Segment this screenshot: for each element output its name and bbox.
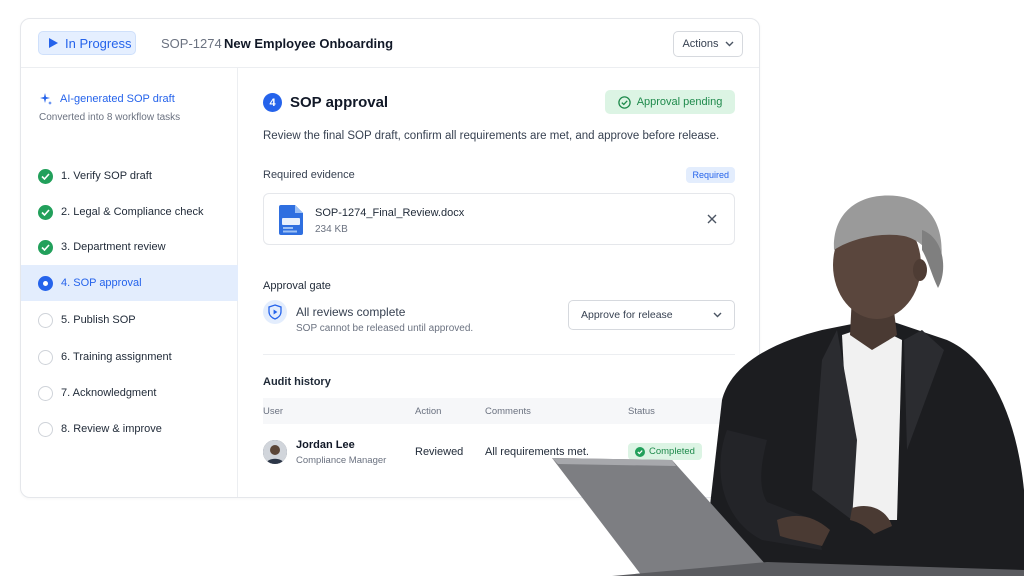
sop-id: SOP-1274 <box>161 36 222 51</box>
woman-at-laptop-photo <box>552 195 1024 576</box>
approval-status-label: Approval pending <box>636 96 723 108</box>
workflow-sidebar: AI-generated SOP draft Converted into 8 … <box>21 68 238 497</box>
evidence-label: Required evidence <box>263 169 355 181</box>
play-icon <box>49 38 58 48</box>
current-step-icon <box>38 275 53 291</box>
step-label: 6. Training assignment <box>61 351 172 363</box>
step-label: 7. Acknowledgment <box>61 387 157 399</box>
required-badge: Required <box>686 167 735 183</box>
column-header-comments: Comments <box>485 406 531 417</box>
step-label: 1. Verify SOP draft <box>61 170 152 182</box>
sidebar-step-department-review[interactable]: 3. Department review <box>21 229 238 265</box>
sidebar-step-review-improve[interactable]: 8. Review & improve <box>21 411 238 447</box>
gate-subtitle: SOP cannot be released until approved. <box>296 323 474 334</box>
empty-circle-icon <box>38 349 53 365</box>
shield-icon <box>263 300 287 324</box>
step-label: 8. Review & improve <box>61 423 162 435</box>
avatar <box>263 440 287 464</box>
file-size: 234 KB <box>315 224 348 235</box>
gate-title: All reviews complete <box>296 305 406 319</box>
empty-circle-icon <box>38 421 53 437</box>
column-header-action: Action <box>415 406 442 417</box>
sidebar-step-acknowledgment[interactable]: 7. Acknowledgment <box>21 375 238 411</box>
page-title: New Employee Onboarding <box>224 36 394 51</box>
check-icon <box>38 239 53 255</box>
sidebar-step-training-assignment[interactable]: 6. Training assignment <box>21 339 238 375</box>
ai-draft-title: AI-generated SOP draft <box>60 93 175 105</box>
audit-history-label: Audit history <box>263 376 331 388</box>
step-label: 5. Publish SOP <box>61 314 136 326</box>
step-title: SOP approval <box>290 94 389 111</box>
sparkle-icon <box>40 93 52 105</box>
approval-status-badge: Approval pending <box>605 90 735 114</box>
actions-button[interactable]: Actions <box>673 31 743 57</box>
sidebar-step-sop-approval[interactable]: 4. SOP approval <box>21 265 238 301</box>
status-label: In Progress <box>65 35 132 51</box>
status-badge: In Progress <box>38 31 136 55</box>
card-header: In Progress SOP-1274 New Employee Onboar… <box>21 19 759 68</box>
actions-label: Actions <box>682 38 719 50</box>
step-label: 2. Legal & Compliance check <box>61 206 204 218</box>
step-description: Review the final SOP draft, confirm all … <box>263 130 720 142</box>
ai-draft-subtitle: Converted into 8 workflow tasks <box>39 112 181 123</box>
chevron-down-icon <box>725 41 734 47</box>
step-label: 3. Department review <box>61 241 166 253</box>
ai-draft-header: AI-generated SOP draft <box>39 92 175 106</box>
column-header-user: User <box>263 406 284 417</box>
check-icon <box>38 168 53 184</box>
sidebar-step-publish-sop[interactable]: 5. Publish SOP <box>21 302 238 338</box>
approval-gate-label: Approval gate <box>263 280 331 292</box>
empty-circle-icon <box>38 385 53 401</box>
step-number-badge: 4 <box>263 93 282 112</box>
check-icon <box>38 204 53 220</box>
sidebar-step-legal-compliance[interactable]: 2. Legal & Compliance check <box>21 194 238 230</box>
sidebar-step-verify-sop-draft[interactable]: 1. Verify SOP draft <box>21 158 238 194</box>
empty-circle-icon <box>38 312 53 328</box>
user-name: Jordan Lee <box>296 439 355 451</box>
action-cell: Reviewed <box>415 446 464 458</box>
user-role: Compliance Manager <box>296 455 387 466</box>
docx-file-icon <box>279 205 303 235</box>
step-label: 4. SOP approval <box>61 277 142 289</box>
check-circle-icon <box>617 95 631 109</box>
file-name: SOP-1274_Final_Review.docx <box>315 207 465 219</box>
